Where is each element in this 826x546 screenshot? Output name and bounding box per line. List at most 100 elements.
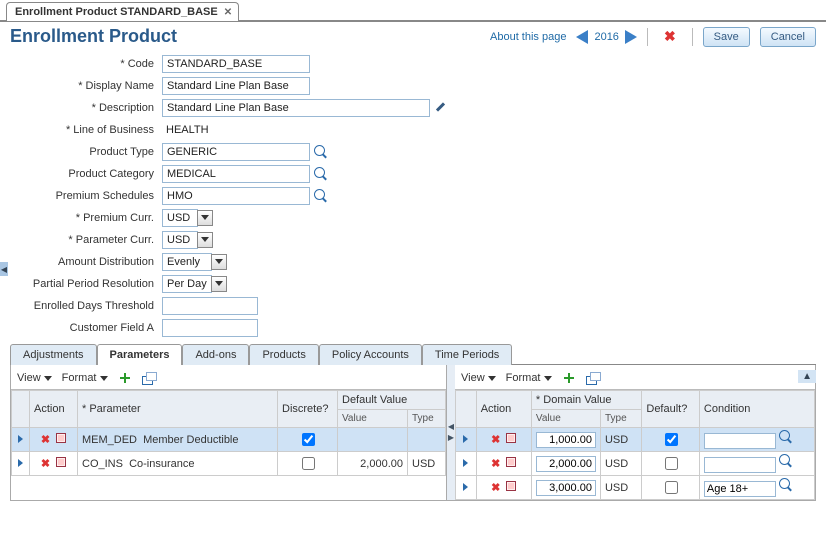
tab-add-ons[interactable]: Add-ons <box>182 344 249 365</box>
right-toolbar: View Format <box>455 365 815 390</box>
value-input[interactable] <box>536 432 596 448</box>
expand-icon[interactable] <box>463 483 468 491</box>
dropdown-icon[interactable] <box>211 276 227 292</box>
domain-values-grid: Action * Domain Value Default? Condition… <box>455 390 815 500</box>
dropdown-icon[interactable] <box>197 232 213 248</box>
value-cell[interactable] <box>531 428 600 452</box>
delete-row-icon[interactable]: ✖ <box>491 458 500 470</box>
condition-cell[interactable] <box>699 452 814 476</box>
lower-tabs: Adjustments Parameters Add-ons Products … <box>10 343 816 365</box>
condition-input[interactable] <box>704 457 776 473</box>
table-row[interactable]: ✖ CO_INS Co-insurance 2,000.00 USD <box>12 452 446 476</box>
expand-icon[interactable] <box>463 459 468 467</box>
select-amount-distribution[interactable] <box>162 253 212 271</box>
expand-icon[interactable] <box>463 435 468 443</box>
condition-input[interactable] <box>704 481 776 497</box>
save-button[interactable]: Save <box>703 27 750 47</box>
document-tab-strip: Enrollment Product STANDARD_BASE ✕ <box>0 0 826 22</box>
select-parameter-curr[interactable] <box>162 231 198 249</box>
label-enrolled-days-threshold: Enrolled Days Threshold <box>10 300 158 312</box>
delete-icon[interactable]: ✖ <box>658 28 682 45</box>
next-arrow-icon[interactable] <box>625 30 637 44</box>
input-code[interactable] <box>162 55 310 73</box>
row-action-icon[interactable] <box>506 457 516 467</box>
prev-arrow-icon[interactable] <box>576 30 588 44</box>
select-premium-curr[interactable] <box>162 209 198 227</box>
default-checkbox[interactable] <box>665 433 678 446</box>
condition-cell[interactable] <box>699 428 814 452</box>
input-product-type[interactable] <box>162 143 310 161</box>
table-row[interactable]: ✖ USD <box>456 452 815 476</box>
dropdown-icon[interactable] <box>197 210 213 226</box>
input-display-name[interactable] <box>162 77 310 95</box>
dropdown-icon[interactable] <box>211 254 227 270</box>
row-action-icon[interactable] <box>56 457 66 467</box>
tab-adjustments[interactable]: Adjustments <box>10 344 97 365</box>
lookup-premium-schedules-icon[interactable] <box>314 189 328 203</box>
expand-icon[interactable] <box>18 459 23 467</box>
default-checkbox[interactable] <box>665 457 678 470</box>
delete-row-icon[interactable]: ✖ <box>491 434 500 446</box>
input-premium-schedules[interactable] <box>162 187 310 205</box>
label-line-of-business: Line of Business <box>10 124 158 136</box>
document-tab[interactable]: Enrollment Product STANDARD_BASE ✕ <box>6 2 239 21</box>
col-condition: Condition <box>699 391 814 428</box>
left-splitter[interactable]: ◀ <box>0 262 8 276</box>
tab-parameters[interactable]: Parameters <box>97 344 183 365</box>
default-checkbox[interactable] <box>665 481 678 494</box>
discrete-checkbox[interactable] <box>302 457 315 470</box>
lookup-product-category-icon[interactable] <box>314 167 328 181</box>
input-product-category[interactable] <box>162 165 310 183</box>
value-input[interactable] <box>536 480 596 496</box>
add-icon[interactable] <box>118 371 132 385</box>
discrete-cell[interactable] <box>278 452 338 476</box>
cancel-button[interactable]: Cancel <box>760 27 816 47</box>
expand-icon[interactable] <box>18 435 23 443</box>
table-row[interactable]: ✖ USD <box>456 428 815 452</box>
condition-input[interactable] <box>704 433 776 449</box>
table-row[interactable]: ✖ MEM_DED Member Deductible <box>12 428 446 452</box>
detach-icon[interactable] <box>142 371 156 385</box>
row-action-icon[interactable] <box>506 481 516 491</box>
default-cell[interactable] <box>642 476 700 500</box>
mid-splitter[interactable]: ◀ ▶ <box>447 365 455 500</box>
format-menu[interactable]: Format <box>62 372 108 384</box>
input-customer-field-a[interactable] <box>162 319 258 337</box>
discrete-cell[interactable] <box>278 428 338 452</box>
view-menu[interactable]: View <box>17 372 52 384</box>
lookup-condition-icon[interactable] <box>779 430 793 444</box>
condition-cell[interactable] <box>699 476 814 500</box>
divider <box>692 28 693 46</box>
default-cell[interactable] <box>642 428 700 452</box>
input-enrolled-days-threshold[interactable] <box>162 297 258 315</box>
type-cell: USD <box>600 428 641 452</box>
value-input[interactable] <box>536 456 596 472</box>
view-menu[interactable]: View <box>461 372 496 384</box>
delete-row-icon[interactable]: ✖ <box>491 482 500 494</box>
close-icon[interactable]: ✕ <box>224 7 232 18</box>
label-premium-curr: Premium Curr. <box>10 212 158 224</box>
delete-row-icon[interactable]: ✖ <box>41 434 50 446</box>
table-row[interactable]: ✖ USD <box>456 476 815 500</box>
tab-time-periods[interactable]: Time Periods <box>422 344 512 365</box>
detach-icon[interactable] <box>586 371 600 385</box>
format-menu[interactable]: Format <box>506 372 552 384</box>
lookup-product-type-icon[interactable] <box>314 145 328 159</box>
delete-row-icon[interactable]: ✖ <box>41 458 50 470</box>
about-page-link[interactable]: About this page <box>490 31 566 43</box>
type-cell: USD <box>600 476 641 500</box>
lookup-condition-icon[interactable] <box>779 454 793 468</box>
discrete-checkbox[interactable] <box>302 433 315 446</box>
edit-description-icon[interactable] <box>434 101 448 115</box>
value-cell[interactable] <box>531 452 600 476</box>
row-action-icon[interactable] <box>506 433 516 443</box>
input-description[interactable] <box>162 99 430 117</box>
lookup-condition-icon[interactable] <box>779 478 793 492</box>
select-partial-period-resolution[interactable] <box>162 275 212 293</box>
default-cell[interactable] <box>642 452 700 476</box>
tab-policy-accounts[interactable]: Policy Accounts <box>319 344 422 365</box>
add-icon[interactable] <box>562 371 576 385</box>
tab-products[interactable]: Products <box>249 344 318 365</box>
row-action-icon[interactable] <box>56 433 66 443</box>
value-cell[interactable] <box>531 476 600 500</box>
